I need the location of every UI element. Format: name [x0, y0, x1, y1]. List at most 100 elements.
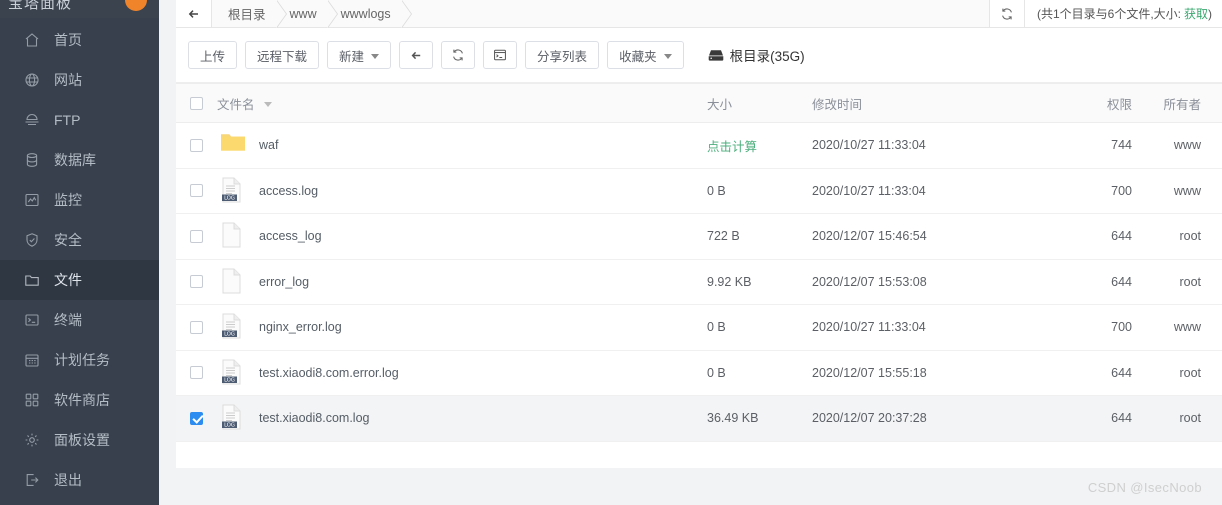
main-content: 根目录 www wwwlogs (共1个目录与6个文件,大小: 获取 ) 上传 …: [176, 0, 1222, 505]
file-icon: [220, 222, 246, 250]
row-checkbox[interactable]: [190, 275, 203, 289]
file-name[interactable]: test.xiaodi8.com.error.log: [259, 366, 399, 380]
share-list-button[interactable]: 分享列表: [525, 41, 600, 69]
ftp-icon: [24, 112, 40, 128]
sidebar-item-website[interactable]: 网站: [0, 60, 159, 100]
table-row[interactable]: LOG nginx_error.log 0 B 2020/10/27 11:33…: [176, 305, 1222, 351]
row-owner-cell[interactable]: www: [1132, 184, 1222, 198]
back-button[interactable]: [399, 41, 434, 69]
sort-desc-icon[interactable]: [263, 101, 272, 107]
row-checkbox[interactable]: [190, 138, 203, 152]
sidebar-item-logout[interactable]: 退出: [0, 460, 159, 500]
table-row[interactable]: access_log 722 B 2020/12/07 15:46:54 644…: [176, 214, 1222, 260]
sidebar-item-files[interactable]: 文件: [0, 260, 159, 300]
favorites-button[interactable]: 收藏夹: [607, 41, 684, 69]
sidebar: 宝塔面板 首页 网站 FTP 数据库 监控 安全 文件 终端 计划任务 软件商店…: [0, 0, 159, 505]
upload-button[interactable]: 上传: [188, 41, 238, 69]
row-checkbox[interactable]: [190, 411, 203, 425]
chevron-down-icon: [663, 53, 672, 59]
logout-icon: [24, 472, 40, 488]
row-select-cell: [176, 275, 217, 289]
sidebar-item-home[interactable]: 首页: [0, 20, 159, 60]
table-row[interactable]: LOG test.xiaodi8.com.log 36.49 KB 2020/1…: [176, 396, 1222, 442]
button-label: 新建: [339, 49, 365, 64]
column-header-owner[interactable]: 所有者: [1132, 94, 1222, 113]
row-size-cell: 722 B: [707, 229, 740, 244]
row-perm-cell[interactable]: 700: [1012, 184, 1132, 198]
row-mtime-cell: 2020/12/07 15:53:08: [812, 274, 927, 289]
refresh-button[interactable]: [441, 41, 476, 69]
remote-download-button[interactable]: 远程下载: [245, 41, 320, 69]
new-button[interactable]: 新建: [327, 41, 392, 69]
table-row[interactable]: LOG test.xiaodi8.com.error.log 0 B 2020/…: [176, 350, 1222, 396]
sidebar-logo-bar: 宝塔面板: [0, 0, 159, 18]
file-name[interactable]: access_log: [259, 229, 322, 243]
home-icon: [24, 32, 40, 48]
breadcrumb-refresh-button[interactable]: [988, 0, 1025, 27]
row-perm-cell[interactable]: 644: [1012, 411, 1132, 425]
chevron-down-icon: [371, 53, 380, 59]
row-owner-cell[interactable]: root: [1132, 275, 1222, 289]
file-name[interactable]: error_log: [259, 275, 309, 289]
column-header-size[interactable]: 大小: [707, 94, 812, 113]
row-name-cell: LOG test.xiaodi8.com.log: [217, 404, 707, 432]
column-header-mtime[interactable]: 修改时间: [812, 94, 1012, 113]
file-name[interactable]: access.log: [259, 184, 318, 198]
file-name[interactable]: waf: [259, 138, 278, 152]
sidebar-item-label: 软件商店: [54, 392, 110, 408]
row-perm-cell[interactable]: 744: [1012, 138, 1132, 152]
notification-badge-icon[interactable]: [125, 0, 147, 11]
breadcrumb-item-wwwlogs[interactable]: wwwlogs: [326, 0, 412, 28]
sidebar-item-security[interactable]: 安全: [0, 220, 159, 260]
sidebar-item-database[interactable]: 数据库: [0, 140, 159, 180]
row-select-cell: [176, 411, 217, 425]
row-size-cell: 0 B: [707, 183, 726, 198]
svg-text:LOG: LOG: [224, 195, 235, 201]
row-checkbox[interactable]: [190, 366, 203, 380]
svg-text:LOG: LOG: [224, 377, 235, 383]
fetch-size-link[interactable]: 获取: [1184, 5, 1208, 22]
row-checkbox[interactable]: [190, 320, 203, 334]
select-all-checkbox[interactable]: [190, 96, 203, 110]
row-perm-cell[interactable]: 644: [1012, 229, 1132, 243]
sidebar-item-ftp[interactable]: FTP: [0, 100, 159, 140]
breadcrumb-item-root[interactable]: 根目录: [212, 0, 286, 28]
table-row[interactable]: LOG access.log 0 B 2020/10/27 11:33:04 7…: [176, 168, 1222, 214]
file-name[interactable]: nginx_error.log: [259, 320, 342, 334]
grid-icon: [24, 392, 40, 408]
row-perm-cell[interactable]: 644: [1012, 366, 1132, 380]
sidebar-item-settings[interactable]: 面板设置: [0, 420, 159, 460]
column-label: 所有者: [1163, 97, 1201, 112]
sidebar-item-label: 监控: [54, 192, 82, 208]
row-owner-cell[interactable]: www: [1132, 320, 1222, 334]
row-owner-cell[interactable]: www: [1132, 138, 1222, 152]
sidebar-item-monitor[interactable]: 监控: [0, 180, 159, 220]
row-checkbox[interactable]: [190, 184, 203, 198]
breadcrumb-back-button[interactable]: [176, 0, 212, 27]
row-perm-cell[interactable]: 644: [1012, 275, 1132, 289]
row-owner-cell[interactable]: root: [1132, 229, 1222, 243]
row-owner-cell[interactable]: root: [1132, 411, 1222, 425]
column-label: 修改时间: [812, 97, 863, 112]
sidebar-item-terminal[interactable]: 终端: [0, 300, 159, 340]
column-header-name[interactable]: 文件名: [217, 94, 707, 113]
row-checkbox[interactable]: [190, 229, 203, 243]
sidebar-item-appstore[interactable]: 软件商店: [0, 380, 159, 420]
file-name[interactable]: test.xiaodi8.com.log: [259, 411, 369, 425]
row-owner-cell[interactable]: root: [1132, 366, 1222, 380]
breadcrumb-label: 根目录: [228, 8, 266, 22]
breadcrumb-bar: 根目录 www wwwlogs (共1个目录与6个文件,大小: 获取 ): [176, 0, 1222, 28]
monitor-icon: [24, 192, 40, 208]
log-file-icon: LOG: [220, 177, 246, 205]
table-row[interactable]: waf 点击计算 2020/10/27 11:33:04 744 www: [176, 123, 1222, 169]
row-select-cell: [176, 320, 217, 334]
calculate-size-link[interactable]: 点击计算: [707, 140, 757, 154]
row-perm-cell[interactable]: 700: [1012, 320, 1132, 334]
disk-indicator[interactable]: 根目录(35G): [708, 45, 805, 65]
table-row[interactable]: error_log 9.92 KB 2020/12/07 15:53:08 64…: [176, 259, 1222, 305]
column-header-perm[interactable]: 权限: [1012, 94, 1132, 113]
terminal-button[interactable]: [483, 41, 518, 69]
breadcrumb-label: www: [289, 6, 317, 21]
button-label: 分享列表: [537, 49, 588, 64]
sidebar-item-crontab[interactable]: 计划任务: [0, 340, 159, 380]
